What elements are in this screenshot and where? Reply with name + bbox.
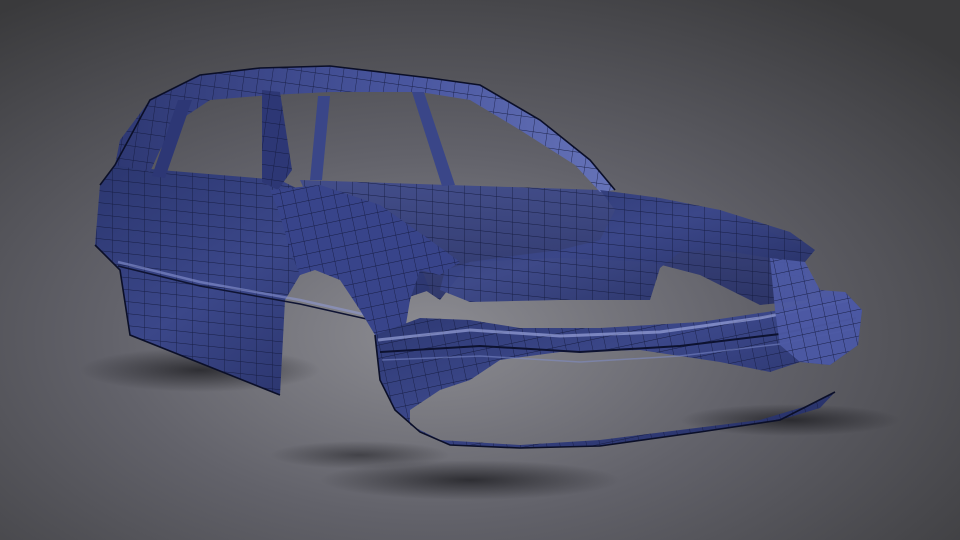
car-render xyxy=(0,0,960,540)
render-viewport xyxy=(0,0,960,540)
